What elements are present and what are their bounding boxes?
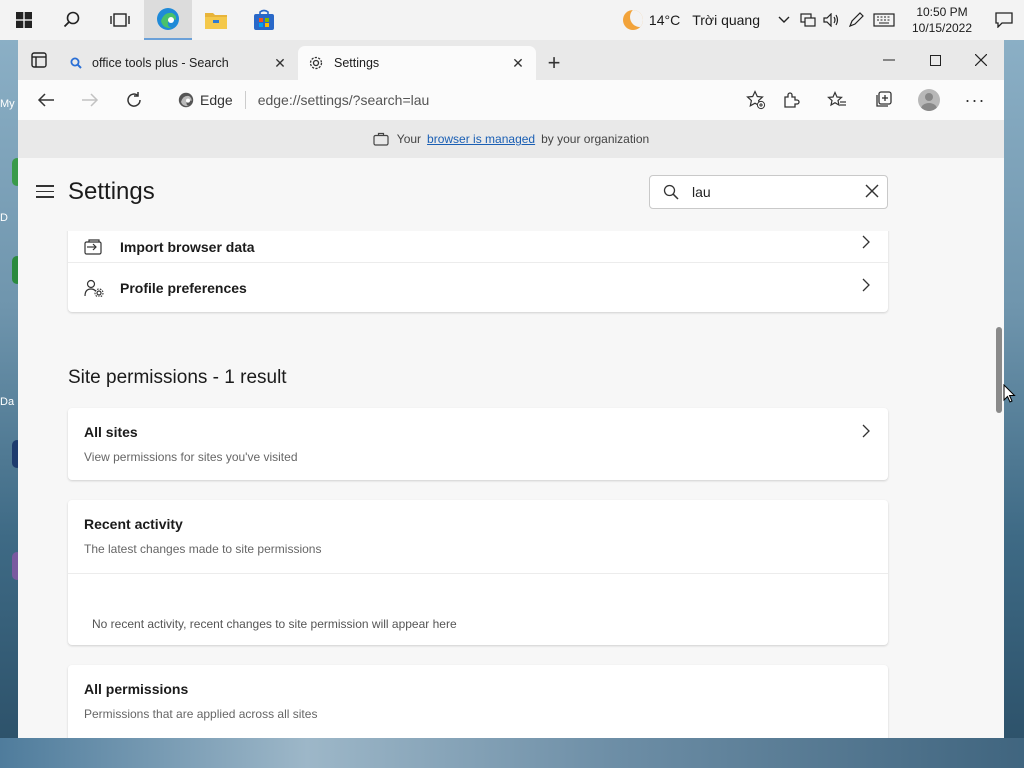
system-tray: 14°C Trời quang 10:50 PM 10/15/2022 bbox=[622, 0, 1024, 40]
recent-activity-subtitle: The latest changes made to site permissi… bbox=[84, 542, 322, 556]
window-controls bbox=[866, 40, 1004, 80]
moon-icon bbox=[622, 10, 643, 30]
clock[interactable]: 10:50 PM 10/15/2022 bbox=[906, 4, 978, 36]
edge-badge: Edge bbox=[162, 91, 246, 109]
edge-icon[interactable] bbox=[144, 0, 192, 40]
store-icon[interactable] bbox=[240, 0, 288, 40]
tab-settings[interactable]: Settings ✕ bbox=[298, 46, 536, 80]
browser-toolbar: Edge edge://settings/?search=lau ··· bbox=[18, 80, 1004, 120]
notification-icon[interactable] bbox=[984, 0, 1024, 40]
clock-date: 10/15/2022 bbox=[911, 21, 973, 35]
weather-widget[interactable]: 14°C Trời quang bbox=[622, 10, 760, 30]
profile-avatar[interactable] bbox=[906, 82, 952, 118]
settings-search[interactable] bbox=[649, 175, 888, 209]
volume-icon[interactable] bbox=[820, 0, 844, 40]
desktop-label-fragment: Da bbox=[0, 396, 15, 408]
gear-icon bbox=[308, 55, 324, 71]
briefcase-icon bbox=[373, 132, 389, 146]
edge-label: Edge bbox=[200, 92, 233, 108]
url-text[interactable]: edge://settings/?search=lau bbox=[246, 92, 430, 108]
network-icon[interactable] bbox=[796, 0, 820, 40]
menu-icon[interactable] bbox=[36, 185, 54, 202]
clear-search-icon[interactable] bbox=[865, 184, 879, 203]
close-icon[interactable]: ✕ bbox=[272, 55, 288, 71]
tab-title: office tools plus - Search bbox=[92, 56, 229, 70]
settings-row-label: Import browser data bbox=[120, 238, 255, 255]
infobar-suffix: by your organization bbox=[541, 132, 650, 146]
recent-activity-title: Recent activity bbox=[84, 516, 183, 532]
address-bar[interactable]: Edge edge://settings/?search=lau bbox=[162, 84, 782, 116]
back-button[interactable] bbox=[24, 82, 68, 118]
favorites-icon[interactable] bbox=[814, 82, 860, 118]
settings-row-profile-preferences[interactable]: Profile preferences bbox=[68, 263, 888, 312]
new-tab-button[interactable]: + bbox=[536, 46, 572, 80]
mouse-cursor-icon bbox=[1003, 384, 1016, 403]
all-permissions-subtitle: Permissions that are applied across all … bbox=[84, 707, 318, 721]
import-icon bbox=[68, 238, 120, 256]
avatar-icon bbox=[918, 89, 940, 111]
search-icon[interactable] bbox=[48, 0, 96, 40]
chevron-right-icon bbox=[862, 278, 870, 295]
search-icon bbox=[70, 57, 82, 69]
weather-temperature: 14°C bbox=[648, 12, 681, 28]
infobar-prefix: Your bbox=[396, 132, 422, 146]
toolbar-actions: ··· bbox=[768, 82, 998, 118]
refresh-button[interactable] bbox=[112, 82, 156, 118]
section-title: Site permissions - 1 result bbox=[68, 367, 287, 388]
scrollbar-thumb[interactable] bbox=[996, 327, 1002, 413]
chevron-up-icon[interactable] bbox=[772, 0, 796, 40]
close-window-icon[interactable] bbox=[958, 40, 1004, 80]
tab-actions-icon[interactable] bbox=[18, 40, 60, 80]
all-sites-title: All sites bbox=[84, 424, 138, 440]
managed-infobar: Your browser is managed by your organiza… bbox=[18, 120, 1004, 158]
recent-activity-empty-message: No recent activity, recent changes to si… bbox=[68, 573, 888, 645]
tab-strip: office tools plus - Search ✕ Settings ✕ … bbox=[18, 40, 1004, 80]
forward-button[interactable] bbox=[68, 82, 112, 118]
settings-header: Settings bbox=[18, 158, 1004, 232]
task-view-icon[interactable] bbox=[96, 0, 144, 40]
profile-preferences-icon bbox=[68, 279, 120, 297]
search-input[interactable] bbox=[692, 184, 842, 200]
chevron-right-icon bbox=[862, 235, 870, 252]
minimize-icon[interactable] bbox=[866, 40, 912, 80]
browser-window: office tools plus - Search ✕ Settings ✕ … bbox=[18, 40, 1004, 738]
settings-row-import-browser-data[interactable]: Import browser data bbox=[68, 231, 888, 263]
add-favorite-icon[interactable] bbox=[746, 90, 766, 113]
maximize-icon[interactable] bbox=[912, 40, 958, 80]
all-permissions-title: All permissions bbox=[84, 681, 189, 697]
keyboard-icon[interactable] bbox=[868, 0, 900, 40]
search-icon bbox=[650, 184, 692, 200]
clock-time: 10:50 PM bbox=[916, 5, 968, 19]
desktop-label-fragment: My bbox=[0, 98, 15, 110]
more-options-icon[interactable]: ··· bbox=[952, 82, 998, 118]
extensions-icon[interactable] bbox=[768, 82, 814, 118]
all-sites-subtitle: View permissions for sites you've visite… bbox=[84, 450, 298, 464]
managed-link[interactable]: browser is managed bbox=[427, 132, 535, 146]
windows-start-icon[interactable] bbox=[0, 0, 48, 40]
edge-icon bbox=[178, 92, 194, 108]
desktop-label-fragment: D bbox=[0, 212, 8, 224]
profile-card: Import browser data Profile preferences bbox=[68, 231, 888, 312]
page-title: Settings bbox=[68, 178, 155, 205]
all-permissions-card: All permissions Permissions that are app… bbox=[68, 665, 888, 738]
chevron-right-icon bbox=[862, 424, 870, 441]
settings-content: Import browser data Profile preferences … bbox=[18, 231, 1004, 738]
taskbar: 14°C Trời quang 10:50 PM 10/15/2022 bbox=[0, 0, 1024, 40]
recent-activity-card: Recent activity The latest changes made … bbox=[68, 500, 888, 645]
collections-icon[interactable] bbox=[860, 82, 906, 118]
tab-search[interactable]: office tools plus - Search ✕ bbox=[60, 46, 298, 80]
pen-icon[interactable] bbox=[844, 0, 868, 40]
close-icon[interactable]: ✕ bbox=[510, 55, 526, 71]
file-explorer-icon[interactable] bbox=[192, 0, 240, 40]
settings-row-all-sites[interactable]: All sites View permissions for sites you… bbox=[68, 408, 888, 480]
settings-row-label: Profile preferences bbox=[120, 279, 247, 296]
tab-title: Settings bbox=[334, 56, 380, 70]
desktop-wallpaper bbox=[0, 738, 1024, 768]
weather-condition: Trời quang bbox=[692, 12, 760, 28]
